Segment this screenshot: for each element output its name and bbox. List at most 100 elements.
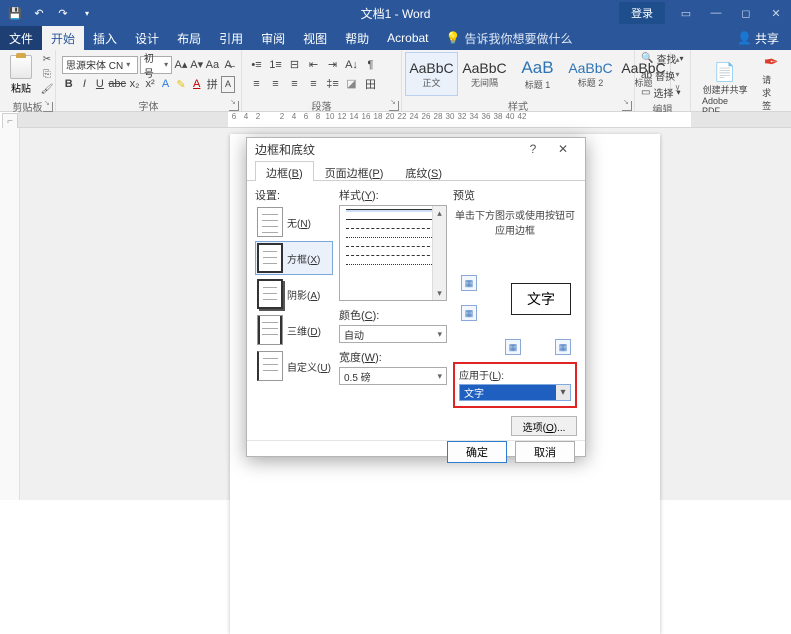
copy-icon[interactable]: ⎘: [38, 67, 56, 82]
line-spacing-icon[interactable]: ‡≡: [324, 75, 341, 92]
sort-icon[interactable]: A↓: [343, 56, 360, 73]
bullets-icon[interactable]: •≡: [248, 56, 265, 73]
tab-home[interactable]: 开始: [42, 26, 84, 50]
maximize-icon[interactable]: ◻: [731, 0, 761, 26]
decrease-indent-icon[interactable]: ⇤: [305, 56, 322, 73]
dialog-tabs: 边框(B) 页面边框(P) 底纹(S): [247, 160, 585, 181]
dialog-tab-shading[interactable]: 底纹(S): [394, 161, 453, 181]
scroll-down-icon[interactable]: ▾: [433, 286, 446, 300]
cut-icon[interactable]: ✂: [38, 52, 56, 67]
tell-me-search[interactable]: 💡 告诉我你想要做什么: [446, 26, 573, 50]
line-style-listbox[interactable]: ▴ ▾: [339, 205, 447, 301]
select-label: 选择: [653, 85, 673, 100]
paragraph-dialog-launcher-icon[interactable]: [389, 101, 399, 111]
grow-font-icon[interactable]: A▴: [174, 56, 188, 73]
justify-icon[interactable]: ≡: [305, 75, 322, 92]
underline-button[interactable]: U: [93, 76, 107, 93]
tab-layout[interactable]: 布局: [168, 26, 210, 50]
bold-button[interactable]: B: [62, 76, 76, 93]
show-marks-icon[interactable]: ¶: [362, 56, 379, 73]
setting-shadow[interactable]: 阴影(A): [255, 277, 333, 311]
color-combo[interactable]: 自动▾: [339, 325, 447, 343]
tab-design[interactable]: 设计: [126, 26, 168, 50]
tab-review[interactable]: 审阅: [252, 26, 294, 50]
tab-file[interactable]: 文件: [0, 26, 42, 50]
text-effects-icon[interactable]: A: [159, 76, 173, 93]
increase-indent-icon[interactable]: ⇥: [324, 56, 341, 73]
change-case-icon[interactable]: Aa: [206, 56, 220, 73]
signature-icon: ✒: [764, 52, 779, 73]
cancel-button[interactable]: 取消: [515, 441, 575, 463]
shading-icon[interactable]: ◪: [343, 75, 360, 92]
dialog-close-icon[interactable]: ✕: [549, 138, 577, 160]
align-left-icon[interactable]: ≡: [248, 75, 265, 92]
dialog-tab-page-borders[interactable]: 页面边框(P): [314, 161, 395, 181]
setting-3d[interactable]: 三维(D): [255, 313, 333, 347]
font-name-combo[interactable]: 思源宋体 CN▾: [62, 56, 138, 74]
paste-button[interactable]: 粘贴: [6, 53, 36, 97]
vertical-ruler[interactable]: [0, 128, 20, 500]
share-button[interactable]: 👤 共享: [725, 26, 791, 50]
style-normal[interactable]: AaBbC正文: [405, 52, 458, 96]
setting-none[interactable]: 无(N): [255, 205, 333, 239]
font-color-icon[interactable]: A: [190, 76, 204, 93]
save-icon[interactable]: 💾: [4, 2, 26, 24]
qat-customize-icon[interactable]: ▾: [76, 2, 98, 24]
align-center-icon[interactable]: ≡: [267, 75, 284, 92]
close-icon[interactable]: ✕: [761, 0, 791, 26]
style-heading2[interactable]: AaBbC标题 2: [564, 52, 617, 96]
setting-box[interactable]: 方框(X): [255, 241, 333, 275]
char-border-icon[interactable]: A: [221, 76, 235, 93]
clear-format-icon[interactable]: A̶: [221, 56, 235, 73]
width-combo[interactable]: 0.5 磅▾: [339, 367, 447, 385]
style-column: 样式(Y): ▴ ▾ 颜色(C): 自动▾ 宽度: [339, 187, 447, 436]
align-right-icon[interactable]: ≡: [286, 75, 303, 92]
redo-icon[interactable]: ↷: [52, 2, 74, 24]
font-size-combo[interactable]: 初号▾: [140, 56, 172, 74]
style-no-spacing[interactable]: AaBbC无间隔: [458, 52, 511, 96]
clipboard-dialog-launcher-icon[interactable]: [43, 102, 53, 112]
apply-to-combo[interactable]: 文字 ▾: [459, 384, 571, 401]
create-pdf-button[interactable]: 📄 创建并共享 Adobe PDF: [697, 62, 753, 116]
tab-view[interactable]: 视图: [294, 26, 336, 50]
numbering-icon[interactable]: 1≡: [267, 56, 284, 73]
dialog-titlebar[interactable]: 边框和底纹 ? ✕: [247, 138, 585, 160]
setting-custom[interactable]: 自定义(U): [255, 349, 333, 383]
border-top-toggle[interactable]: ▦: [461, 275, 477, 291]
phonetic-guide-icon[interactable]: 拼: [206, 76, 220, 93]
horizontal-ruler[interactable]: 6422468101214161820222426283032343638404…: [18, 112, 791, 128]
ok-button[interactable]: 确定: [447, 441, 507, 463]
dialog-help-icon[interactable]: ?: [519, 138, 547, 160]
shrink-font-icon[interactable]: A▾: [190, 56, 204, 73]
strikethrough-button[interactable]: abc: [109, 76, 126, 93]
format-painter-icon[interactable]: 🖌: [38, 82, 56, 97]
highlight-icon[interactable]: ✎: [174, 76, 188, 93]
borders-icon[interactable]: 田: [362, 75, 379, 92]
tab-insert[interactable]: 插入: [84, 26, 126, 50]
replace-button[interactable]: ab替换: [639, 67, 685, 84]
superscript-button[interactable]: x²: [143, 76, 157, 93]
tab-selector-icon[interactable]: ⌐: [2, 113, 18, 129]
options-button[interactable]: 选项(O)...: [511, 416, 577, 436]
style-heading1[interactable]: AaB标题 1: [511, 52, 564, 96]
border-left-toggle[interactable]: ▦: [505, 339, 521, 355]
scroll-up-icon[interactable]: ▴: [433, 206, 446, 220]
login-button[interactable]: 登录: [619, 2, 665, 24]
undo-icon[interactable]: ↶: [28, 2, 50, 24]
border-bottom-toggle[interactable]: ▦: [461, 305, 477, 321]
find-button[interactable]: 🔍查找▾: [639, 50, 685, 67]
tab-acrobat[interactable]: Acrobat: [378, 26, 437, 50]
listbox-scrollbar[interactable]: ▴ ▾: [432, 206, 446, 300]
dialog-tab-borders[interactable]: 边框(B): [255, 161, 314, 181]
border-right-toggle[interactable]: ▦: [555, 339, 571, 355]
tab-help[interactable]: 帮助: [336, 26, 378, 50]
minimize-icon[interactable]: —: [701, 0, 731, 26]
tab-references[interactable]: 引用: [210, 26, 252, 50]
styles-dialog-launcher-icon[interactable]: [622, 101, 632, 111]
select-button[interactable]: ▭选择▾: [639, 84, 685, 101]
font-dialog-launcher-icon[interactable]: [229, 101, 239, 111]
ribbon-display-icon[interactable]: ▭: [671, 0, 701, 26]
subscript-button[interactable]: x₂: [128, 76, 142, 93]
italic-button[interactable]: I: [78, 76, 92, 93]
multilevel-icon[interactable]: ⊟: [286, 56, 303, 73]
